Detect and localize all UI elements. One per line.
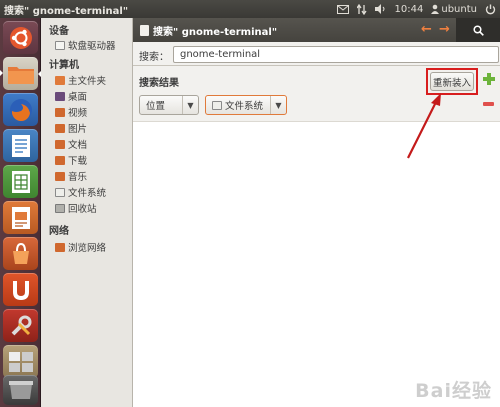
mail-icon[interactable] xyxy=(336,4,349,14)
forward-arrow-icon[interactable]: → xyxy=(439,22,450,38)
documents-folder-icon xyxy=(55,139,65,149)
sidebar-item-trash[interactable]: 回收站 xyxy=(55,201,97,215)
back-arrow-icon[interactable]: ← xyxy=(421,22,432,38)
filesystem-combo[interactable]: 文件系统 ▼ xyxy=(205,95,287,115)
downloads-folder-icon xyxy=(55,155,65,165)
tab-title: 搜索" gnome-terminal" xyxy=(153,27,278,38)
network-heading: 网络 xyxy=(49,226,69,237)
home-folder-icon xyxy=(55,75,65,85)
calc-icon xyxy=(11,170,30,193)
running-indicator xyxy=(0,70,3,76)
firefox-icon xyxy=(9,98,32,121)
ubuntu-logo-icon xyxy=(9,26,32,49)
search-label: 搜索： xyxy=(139,52,169,63)
network-folder-icon xyxy=(55,242,65,252)
sidebar-item-pictures[interactable]: 图片 xyxy=(55,121,87,135)
watermark: Bai经验 xyxy=(415,380,492,402)
clock[interactable]: 10:44 xyxy=(395,4,424,15)
launcher-trash[interactable] xyxy=(3,375,38,405)
remove-criteria-icon[interactable] xyxy=(483,102,494,106)
sidebar-item-label: 图片 xyxy=(68,124,88,135)
launcher-impress[interactable] xyxy=(3,201,38,234)
file-view[interactable] xyxy=(133,122,500,407)
writer-icon xyxy=(11,134,30,157)
launcher-calc[interactable] xyxy=(3,165,38,198)
videos-folder-icon xyxy=(55,107,65,117)
sidebar-item-home[interactable]: 主文件夹 xyxy=(55,73,106,87)
search-results-bar: 搜索结果 重新装入 位置 ▼ 文件系统 ▼ xyxy=(133,66,500,122)
files-icon xyxy=(7,66,34,84)
header-bar: 搜索" gnome-terminal" ← → 搜索： xyxy=(133,18,500,42)
search-toggle-button[interactable]: 搜索： xyxy=(456,18,500,42)
sidebar-item-label: 音乐 xyxy=(68,172,88,183)
sidebar-item-label: 桌面 xyxy=(68,92,88,103)
devices-heading: 设备 xyxy=(49,26,69,37)
sidebar-item-label: 文档 xyxy=(68,140,88,151)
add-criteria-icon[interactable] xyxy=(483,73,495,85)
launcher-writer[interactable] xyxy=(3,129,38,162)
sidebar-item-label: 视频 xyxy=(68,108,88,119)
software-center-icon xyxy=(12,242,29,264)
launcher-system-settings[interactable] xyxy=(3,309,38,342)
sidebar-item-browse-network[interactable]: 浏览网络 xyxy=(55,240,106,254)
location-combo-label: 位置 xyxy=(146,101,166,112)
sidebar-item-videos[interactable]: 视频 xyxy=(55,105,87,119)
floppy-icon xyxy=(55,40,65,50)
user-icon xyxy=(431,4,440,14)
window-title: 搜索" gnome-terminal" xyxy=(4,6,129,17)
trash-icon xyxy=(8,381,33,399)
results-title: 搜索结果 xyxy=(139,78,179,89)
sidebar-item-label: 回收站 xyxy=(68,204,97,215)
sidebar-item-label: 下载 xyxy=(68,156,88,167)
user-name: ubuntu xyxy=(441,3,477,15)
search-input[interactable] xyxy=(173,46,499,63)
sidebar-item-label: 主文件夹 xyxy=(68,76,107,87)
pictures-folder-icon xyxy=(55,123,65,133)
indicator-area: 10:44 ubuntu xyxy=(336,1,496,17)
launcher-ubuntu-one[interactable] xyxy=(3,273,38,306)
filesystem-combo-label: 文件系统 xyxy=(225,101,264,112)
filesystem-icon xyxy=(55,187,65,197)
sidebar-item-floppy[interactable]: 软盘驱动器 xyxy=(55,38,116,52)
trash-small-icon xyxy=(55,203,65,213)
sidebar-item-desktop[interactable]: 桌面 xyxy=(55,89,87,103)
desktop-icon xyxy=(55,91,65,101)
filesystem-icon xyxy=(212,100,222,110)
computer-heading: 计算机 xyxy=(49,60,79,71)
launcher-firefox[interactable] xyxy=(3,93,38,126)
sidebar-item-label: 软盘驱动器 xyxy=(68,41,116,52)
sidebar-item-documents[interactable]: 文档 xyxy=(55,137,87,151)
document-icon xyxy=(140,25,149,36)
launcher-files[interactable] xyxy=(3,57,38,90)
places-sidebar: 设备 软盘驱动器 计算机 主文件夹 桌面 视频 图片 文档 下载 音乐 文件系统… xyxy=(41,18,133,407)
location-combo[interactable]: 位置 ▼ xyxy=(139,95,199,115)
volume-icon[interactable] xyxy=(374,4,387,14)
launcher xyxy=(0,18,42,407)
sidebar-item-music[interactable]: 音乐 xyxy=(55,169,87,183)
search-bar: 搜索： xyxy=(133,42,500,66)
system-settings-icon xyxy=(11,315,31,335)
sidebar-item-label: 浏览网络 xyxy=(68,243,107,254)
power-icon[interactable] xyxy=(485,4,496,15)
sidebar-item-downloads[interactable]: 下载 xyxy=(55,153,87,167)
location-tab[interactable]: 搜索" gnome-terminal" xyxy=(136,21,281,40)
launcher-workspaces[interactable] xyxy=(3,345,38,378)
workspaces-icon xyxy=(8,351,33,372)
network-icon[interactable] xyxy=(356,3,367,15)
search-icon xyxy=(472,24,484,36)
launcher-software-center[interactable] xyxy=(3,237,38,270)
chevron-down-icon: ▼ xyxy=(270,96,286,114)
reload-button[interactable]: 重新装入 xyxy=(430,72,474,91)
top-panel: 搜索" gnome-terminal" 10:44 ubuntu xyxy=(0,0,500,18)
chevron-down-icon: ▼ xyxy=(182,96,198,114)
user-menu[interactable]: ubuntu xyxy=(431,4,477,15)
sidebar-item-label: 文件系统 xyxy=(68,188,107,199)
sidebar-item-filesystem[interactable]: 文件系统 xyxy=(55,185,106,199)
impress-icon xyxy=(11,206,30,229)
music-folder-icon xyxy=(55,171,65,181)
launcher-dash[interactable] xyxy=(3,21,38,54)
ubuntu-one-icon xyxy=(12,280,29,300)
